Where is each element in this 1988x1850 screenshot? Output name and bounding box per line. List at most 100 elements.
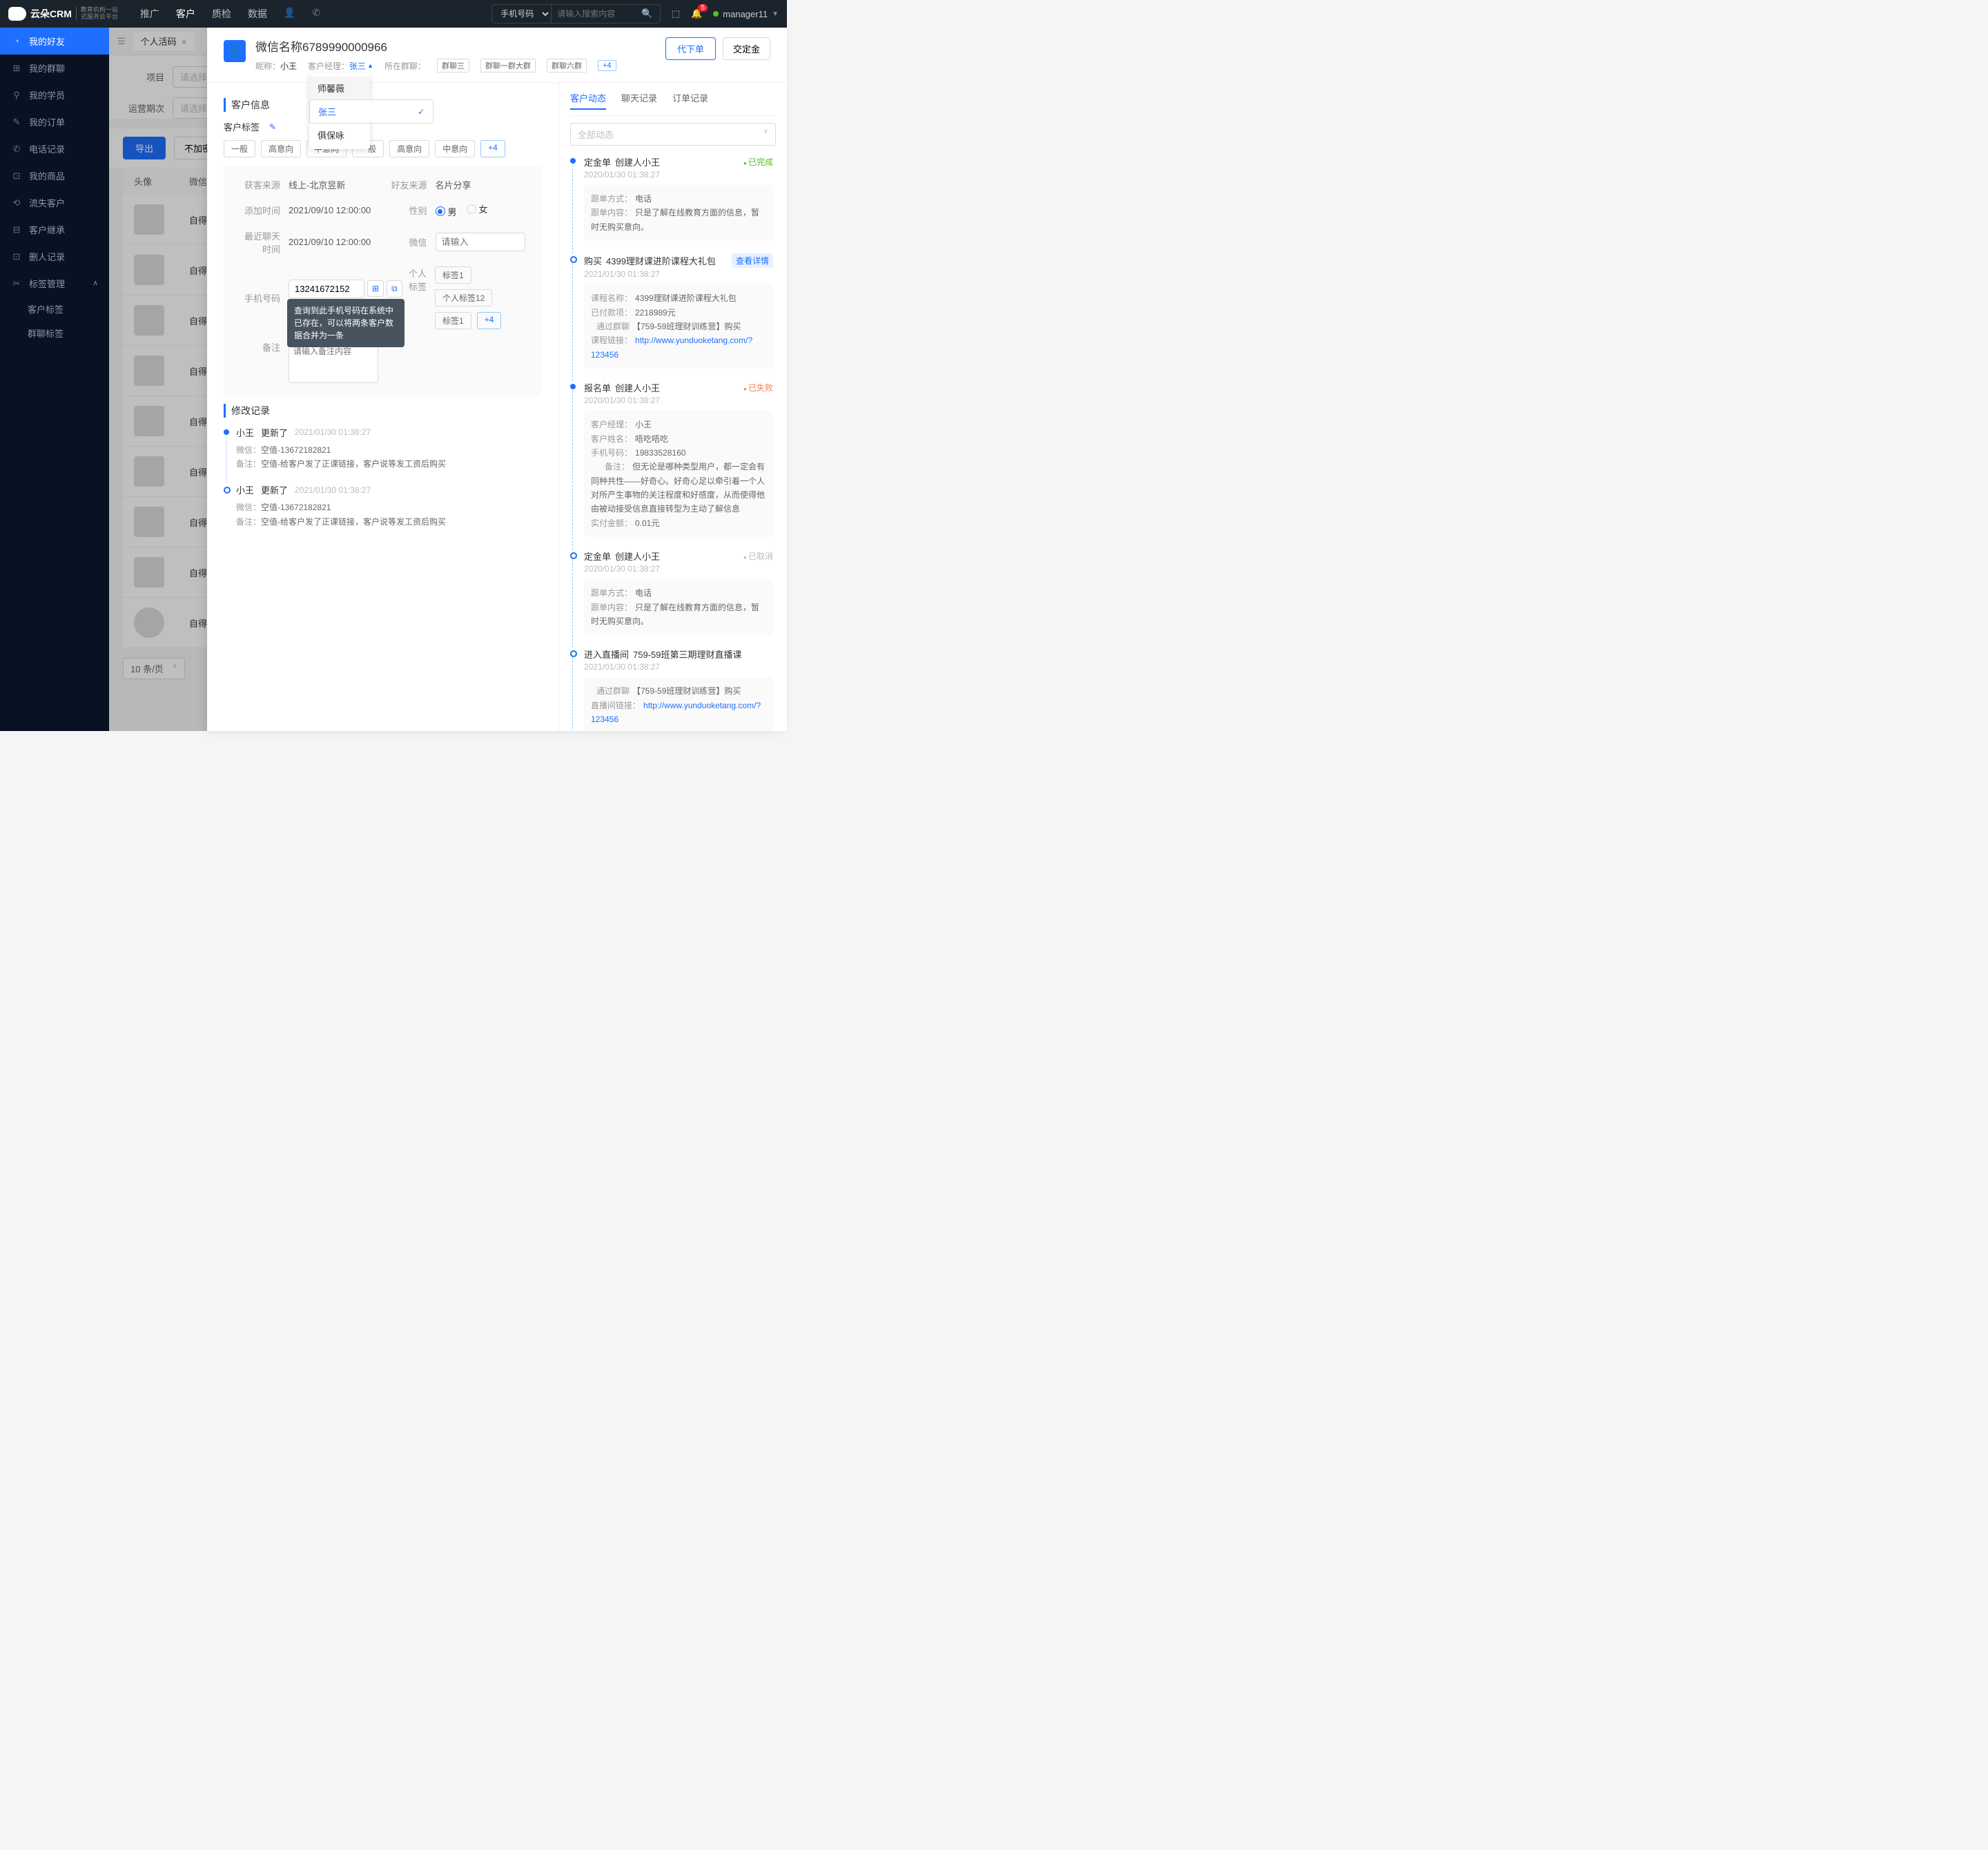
dropdown-option[interactable]: 张三✓: [309, 99, 433, 124]
customer-tag[interactable]: 一般: [224, 140, 255, 157]
bell-icon[interactable]: 🔔5: [691, 8, 702, 19]
user-menu[interactable]: manager11 ▼: [713, 9, 779, 19]
user-icon[interactable]: 👤: [284, 7, 295, 21]
view-detail-link[interactable]: 查看详情: [732, 253, 773, 268]
chevron-down-icon: ▼: [772, 10, 779, 18]
chevron-up-icon: ∧: [93, 280, 98, 287]
manager-dropdown[interactable]: 张三 ▲: [349, 60, 373, 72]
nav-qc[interactable]: 质检: [212, 7, 231, 21]
mobile-icon[interactable]: ⬚: [672, 8, 680, 19]
gender-female-radio[interactable]: 女: [467, 202, 488, 215]
sidebar-icon: ⊡: [11, 171, 22, 182]
notif-badge: 5: [698, 4, 708, 12]
tab-orders[interactable]: 订单记录: [672, 91, 708, 110]
sidebar-item[interactable]: ✂标签管理∧: [0, 270, 109, 297]
username: manager11: [723, 9, 768, 19]
timeline-card: 跟单方式：电话跟单内容：只是了解在线教育方面的信息，暂时无购买意向。: [584, 185, 773, 241]
sidebar-item[interactable]: ⟲流失客户: [0, 189, 109, 216]
personal-tag[interactable]: 标签1: [435, 312, 471, 329]
order-button[interactable]: 代下单: [665, 37, 716, 60]
dropdown-option[interactable]: 师馨薇: [309, 77, 370, 99]
customer-title: 微信名称6789990000966: [255, 37, 656, 55]
timeline-time: 2021/01/30 01:38:27: [584, 662, 773, 672]
timeline-item: 报名单创建人小王已失败2020/01/30 01:38:27客户经理：小王客户姓…: [570, 381, 776, 537]
phone-icon[interactable]: ✆: [312, 7, 320, 21]
sidebar-item-label: 我的好友: [29, 35, 65, 48]
sidebar-item-label: 我的订单: [29, 115, 65, 128]
sidebar-item-label: 电话记录: [29, 142, 65, 155]
sidebar-icon: ⟲: [11, 197, 22, 208]
top-nav: 推广 客户 质检 数据 👤 ✆: [140, 7, 320, 21]
sidebar-item[interactable]: ⊞我的群聊: [0, 55, 109, 81]
sidebar-icon: ⊟: [11, 224, 22, 235]
info-grid: 获客来源线上-北京昱新 好友来源名片分享 添加时间2021/09/10 12:0…: [224, 166, 542, 396]
logo: 云朵CRM 教育机构一站式服务云平台: [8, 7, 118, 21]
section-modify-history: 修改记录: [224, 404, 542, 418]
nav-data[interactable]: 数据: [248, 7, 267, 21]
sidebar-item-label: 客户继承: [29, 223, 65, 236]
edit-tags-icon[interactable]: ✎: [269, 122, 276, 132]
friend-source-value: 名片分享: [436, 178, 471, 191]
personal-tag[interactable]: 个人标签12: [435, 289, 492, 306]
activity-filter-select[interactable]: 全部动态∨: [570, 123, 776, 146]
overlay-mask[interactable]: [109, 28, 207, 731]
sidebar-subitem[interactable]: 客户标签: [0, 297, 109, 321]
sidebar-item-label: 我的学员: [29, 88, 65, 101]
search-type-select[interactable]: 手机号码: [492, 5, 552, 23]
personal-tag-more[interactable]: +4: [477, 312, 502, 329]
sidebar-item[interactable]: ⊡我的商品: [0, 162, 109, 189]
customer-tag[interactable]: 中意向: [435, 140, 475, 157]
timeline-time: 2020/01/30 01:38:27: [584, 170, 773, 179]
add-time-label: 添加时间: [236, 204, 280, 217]
tab-chat[interactable]: 聊天记录: [621, 91, 657, 110]
timeline-time: 2020/01/30 01:38:27: [584, 396, 773, 405]
personal-tag[interactable]: 标签1: [435, 266, 471, 284]
sidebar-item[interactable]: ⚲我的学员: [0, 81, 109, 108]
sidebar-item-label: 删人记录: [29, 250, 65, 263]
phone-duplicate-tooltip: 查询到此手机号码在系统中已存在，可以将两条客户数据合并为一条: [287, 299, 405, 347]
drawer-right: 客户动态 聊天记录 订单记录 全部动态∨ 定金单创建人小王已完成2020/01/…: [559, 83, 787, 731]
source-label: 获客来源: [236, 178, 280, 191]
timeline-item: 定金单创建人小王已完成2020/01/30 01:38:27跟单方式：电话跟单内…: [570, 155, 776, 241]
nav-customer[interactable]: 客户: [176, 7, 195, 21]
timeline-item: 进入直播间759-59班第三期理财直播课2021/01/30 01:38:27通…: [570, 648, 776, 731]
search-input[interactable]: [552, 5, 634, 23]
gender-label: 性别: [383, 204, 427, 217]
sidebar-item[interactable]: ⊟ 客户继承: [0, 216, 109, 243]
history-item: 小王更新了2021/01/30 01:38:27微信：空值-1367218282…: [224, 483, 542, 529]
customer-tag[interactable]: 高意向: [261, 140, 301, 157]
tab-activity[interactable]: 客户动态: [570, 91, 606, 110]
wechat-input[interactable]: [436, 233, 525, 251]
phone-input[interactable]: [289, 280, 364, 298]
sidebar-icon: ⊡: [11, 251, 22, 262]
status-badge: 已取消: [743, 550, 773, 562]
customer-tag-more[interactable]: +4: [480, 140, 505, 157]
group-tag[interactable]: 群聊六群: [547, 59, 587, 72]
group-more[interactable]: +4: [598, 60, 616, 71]
group-tag[interactable]: 群聊一群大群: [480, 59, 536, 72]
dropdown-option[interactable]: 俱保咏: [309, 124, 370, 146]
customer-tag[interactable]: 高意向: [389, 140, 429, 157]
logo-text: 云朵CRM: [30, 7, 72, 21]
deposit-button[interactable]: 交定金: [723, 37, 770, 60]
sidebar-subitem[interactable]: 群聊标签: [0, 321, 109, 345]
sidebar-item[interactable]: ✎我的订单: [0, 108, 109, 135]
gender-male-radio[interactable]: 男: [436, 205, 457, 218]
phone-copy-icon[interactable]: ⧉: [387, 280, 402, 298]
activity-tabs: 客户动态 聊天记录 订单记录: [570, 91, 776, 116]
check-icon: ✓: [418, 107, 425, 117]
nav-promo[interactable]: 推广: [140, 7, 159, 21]
group-tag[interactable]: 群聊三: [437, 59, 469, 72]
sidebar-item[interactable]: ◔我的好友: [0, 28, 109, 55]
sidebar-icon: ✂: [11, 278, 22, 289]
drawer-header: 👤 微信名称6789990000966 昵称：小王 客户经理：张三 ▲ 所在群聊…: [207, 28, 787, 83]
groups-label: 所在群聊：: [384, 61, 426, 71]
search-button[interactable]: 🔍: [634, 5, 660, 23]
sidebar-item[interactable]: ⊡ 删人记录: [0, 243, 109, 270]
timeline-card: 通过群聊【759-59班理财训练营】购买直播间链接：http://www.yun…: [584, 677, 773, 731]
search-group: 手机号码 🔍: [491, 4, 661, 23]
phone-lookup-icon[interactable]: ⊞: [367, 280, 384, 297]
sidebar-item[interactable]: ✆电话记录: [0, 135, 109, 162]
last-chat-value: 2021/09/10 12:00:00: [289, 237, 371, 247]
status-badge: 已完成: [743, 156, 773, 168]
